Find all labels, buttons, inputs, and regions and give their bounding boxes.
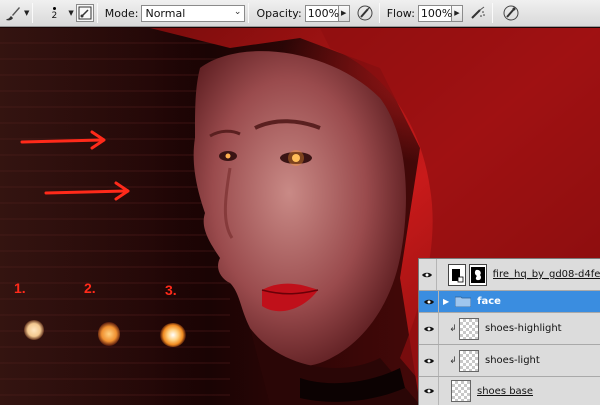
step-marker-2: 2. xyxy=(84,280,96,296)
layer-row[interactable]: ↲ shoes-highlight xyxy=(419,313,600,345)
expand-triangle-icon[interactable]: ▶ xyxy=(443,297,449,306)
mask-shape-icon xyxy=(470,266,485,283)
layer-thumbnail xyxy=(459,349,479,372)
airbrush-icon xyxy=(471,6,485,19)
step-marker-3: 3. xyxy=(165,282,177,298)
layer-row[interactable]: fire_hq_by_gd08-d4fer... xyxy=(419,259,600,291)
layer-name: shoes base xyxy=(477,385,534,397)
eye-icon xyxy=(422,272,433,277)
annotation-arrow xyxy=(44,181,130,201)
layer-name: face xyxy=(477,296,501,307)
opacity-slider-button[interactable]: ▶ xyxy=(338,4,350,22)
pressure-size-button[interactable] xyxy=(500,3,522,23)
chevron-down-icon: ⌄ xyxy=(233,6,242,17)
separator xyxy=(248,3,250,23)
brush-panel-icon xyxy=(78,6,92,20)
mode-value: Normal xyxy=(145,6,186,20)
separator xyxy=(32,3,34,23)
layer-row[interactable]: shoes base xyxy=(419,377,600,405)
visibility-toggle[interactable] xyxy=(419,291,439,312)
step-marker-1: 1. xyxy=(14,280,26,296)
layer-thumbnail xyxy=(459,317,479,340)
brush-tip-preview xyxy=(52,6,56,10)
smart-object-icon xyxy=(451,268,464,282)
separator xyxy=(96,3,98,23)
clipping-arrow-icon: ↲ xyxy=(449,323,457,334)
brush-icon xyxy=(6,7,20,21)
opacity-label: Opacity: xyxy=(256,6,302,20)
visibility-toggle[interactable] xyxy=(419,345,439,376)
eye-icon xyxy=(423,358,434,363)
layer-group-row[interactable]: ▶ face xyxy=(419,291,600,313)
annotation-arrow xyxy=(20,130,106,150)
glow-sample-2 xyxy=(98,322,120,346)
visibility-toggle[interactable] xyxy=(419,259,437,290)
layer-thumbnail xyxy=(447,263,466,286)
visibility-toggle[interactable] xyxy=(419,313,439,344)
brush-panel-button[interactable] xyxy=(75,4,94,22)
brush-size-picker[interactable]: 2 xyxy=(42,6,66,21)
flow-slider-button[interactable]: ▶ xyxy=(451,4,463,22)
glow-sample-1 xyxy=(24,320,44,340)
visibility-toggle[interactable] xyxy=(419,377,439,405)
eye-icon xyxy=(423,299,434,304)
airbrush-button[interactable] xyxy=(467,3,489,23)
flow-label: Flow: xyxy=(386,6,415,20)
brush-size-value: 2 xyxy=(51,10,58,21)
layer-mask-thumbnail[interactable] xyxy=(468,263,487,286)
layer-thumbnail xyxy=(451,380,471,402)
tool-preset-picker[interactable]: ▼ xyxy=(4,4,29,22)
layer-name: shoes-light xyxy=(485,355,540,366)
eye-icon xyxy=(423,388,434,394)
mode-select[interactable]: Normal ⌄ xyxy=(141,4,246,22)
opacity-input[interactable]: 100% xyxy=(304,4,339,22)
layer-name: fire_hq_by_gd08-d4fer... xyxy=(492,269,600,280)
mode-label: Mode: xyxy=(104,6,139,20)
flow-input[interactable]: 100% xyxy=(417,4,452,22)
pressure-size-icon xyxy=(503,5,519,21)
separator xyxy=(491,3,493,23)
chevron-down-icon[interactable]: ▼ xyxy=(68,9,73,17)
pressure-opacity-icon xyxy=(357,5,373,21)
separator xyxy=(378,3,380,23)
layer-name: shoes-highlight xyxy=(485,323,562,334)
eye-icon xyxy=(423,326,434,331)
glow-sample-3 xyxy=(160,323,186,347)
layer-row[interactable]: ↲ shoes-light xyxy=(419,345,600,377)
chevron-down-icon: ▼ xyxy=(24,9,30,17)
folder-icon xyxy=(455,296,472,307)
layers-panel: fire_hq_by_gd08-d4fer... ▶ face ↲ shoes-… xyxy=(418,258,600,405)
pressure-opacity-button[interactable] xyxy=(354,3,376,23)
options-bar: ▼ 2 ▼ Mode: Normal ⌄ Opacity: 100% ▶ Flo… xyxy=(0,0,600,27)
clipping-arrow-icon: ↲ xyxy=(449,355,457,366)
